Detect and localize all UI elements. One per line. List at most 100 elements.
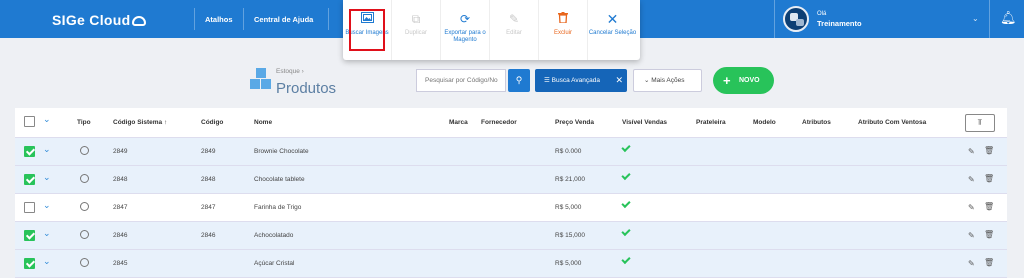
bell-icon[interactable]: 🔔︎ [1000,10,1017,26]
cell-codigo: 2847 [201,204,216,211]
chevron-down-icon[interactable]: ⌄ [43,256,51,267]
buscar-imagens-button[interactable]: Buscar Imagens [343,0,392,60]
pencil-icon[interactable]: ✎ [968,147,975,156]
type-radio[interactable] [80,230,89,239]
pencil-icon[interactable]: ✎ [968,203,975,212]
trash-icon[interactable]: 🗑︎ [984,258,994,267]
page-title: Produtos [276,80,337,97]
table-row[interactable]: ⌄ 2848 2848 Chocolate tablete R$ 21,000 … [15,166,1007,194]
search-input[interactable] [416,69,506,92]
nav-atalhos[interactable]: Atalhos [205,15,233,24]
row-checkbox[interactable] [24,258,35,269]
trash-icon [539,12,587,26]
row-checkbox[interactable] [24,146,35,157]
cell-nome: Brownie Chocolate [254,148,309,155]
exportar-magento-button[interactable]: ⟳ Exportar para o Magento [441,0,490,60]
cell-nome: Chocolate tablete [254,176,305,183]
column-fornecedor[interactable]: Fornecedor [481,119,517,126]
cell-nome: Açúcar Cristal [254,260,295,267]
cell-codigo-sistema: 2847 [113,204,128,211]
column-modelo[interactable]: Modelo [753,119,776,126]
nav-divider [243,8,244,30]
column-codigo[interactable]: Código [201,119,223,126]
table-row[interactable]: ⌄ 2849 2849 Brownie Chocolate R$ 0.000 ✎… [15,138,1007,166]
cell-preco: R$ 5,000 [555,260,582,267]
column-preco-venda[interactable]: Preço Venda [555,119,594,126]
type-radio[interactable] [80,174,89,183]
column-visivel-vendas[interactable]: Visível Vendas [622,119,667,126]
table-row[interactable]: ⌄ 2847 2847 Farinha de Trigo R$ 5,000 ✎ … [15,194,1007,222]
chevron-down-icon[interactable]: ⌄ [972,14,979,23]
table-row[interactable]: ⌄ 2845 Açúcar Cristal R$ 5,000 ✎ 🗑︎ [15,250,1007,278]
columns-settings-button[interactable]: ⫪ [965,114,995,132]
type-radio[interactable] [80,258,89,267]
new-button[interactable]: + NOVO [713,67,774,94]
breadcrumb-estoque[interactable]: Estoque [276,68,300,75]
user-name: Treinamento [817,19,862,28]
breadcrumb[interactable]: Estoque › [276,68,304,75]
duplicar-label: Duplicar [404,30,427,36]
sync-icon: ⟳ [459,12,471,26]
column-marca[interactable]: Marca [449,119,468,126]
more-actions-button[interactable]: ⌄ Mais Ações [633,69,702,92]
new-button-label: NOVO [739,77,760,84]
cancelar-selecao-label: Cancelar Seleção [588,30,637,36]
check-icon [621,198,631,209]
chevron-down-icon[interactable]: ⌄ [43,228,51,239]
nav-divider [194,8,195,30]
select-all-checkbox[interactable] [24,116,35,127]
cloud-icon [132,16,147,26]
trash-icon[interactable]: 🗑︎ [984,230,994,239]
nav-divider [328,8,329,30]
column-tipo[interactable]: Tipo [77,119,91,126]
check-icon [621,142,631,153]
chevron-down-icon[interactable]: ⌄ [43,200,51,211]
row-checkbox[interactable] [24,202,35,213]
duplicar-button[interactable]: ⧉ Duplicar [392,0,441,60]
trash-icon[interactable]: 🗑︎ [984,174,994,183]
editar-button[interactable]: ✎ Editar [490,0,539,60]
column-prateleira[interactable]: Prateleira [696,119,726,126]
sige-cloud-logo[interactable]: SIGe Cloud [52,12,147,28]
row-checkbox[interactable] [24,230,35,241]
check-icon [621,254,631,265]
products-table: ⌄ Tipo Código Sistema ↑ Código Nome Marc… [15,108,1007,278]
plus-icon: + [723,73,731,88]
stock-icon [250,68,272,90]
stock-icon-box [261,79,271,89]
row-checkbox[interactable] [24,174,35,185]
exportar-magento-label: Exportar para o Magento [444,30,486,43]
pencil-icon[interactable]: ✎ [968,259,975,268]
column-atributo-ventosa[interactable]: Atributo Com Ventosa [858,119,926,126]
type-radio[interactable] [80,202,89,211]
column-atributos[interactable]: Atributos [802,119,831,126]
chevron-down-icon[interactable]: ⌄ [43,172,51,183]
cancelar-selecao-button[interactable]: ✕ Cancelar Seleção [588,0,637,60]
cell-preco: R$ 0.000 [555,148,582,155]
type-radio[interactable] [80,146,89,155]
pencil-icon[interactable]: ✎ [968,231,975,240]
column-codigo-sistema[interactable]: Código Sistema ↑ [113,119,167,126]
chevron-down-icon[interactable]: ⌄ [43,114,51,125]
trash-icon[interactable]: 🗑︎ [984,202,994,211]
column-nome[interactable]: Nome [254,119,272,126]
check-icon [621,170,631,181]
cell-preco: R$ 15,000 [555,232,585,239]
cell-codigo: 2848 [201,176,216,183]
table-row[interactable]: ⌄ 2846 2846 Achocolatado R$ 15,000 ✎ 🗑︎ [15,222,1007,250]
chevron-down-icon[interactable]: ⌄ [43,144,51,155]
pencil-icon[interactable]: ✎ [968,175,975,184]
filter-icon: ☰ [544,77,550,84]
advanced-search-label: Busca Avançada [551,77,600,84]
excluir-button[interactable]: Excluir [539,0,588,60]
nav-central-ajuda[interactable]: Central de Ajuda [254,15,313,24]
user-menu[interactable]: Olá Treinamento ⌄ [774,0,990,38]
column-codigo-sistema-label: Código Sistema [113,119,163,126]
clear-filter-icon[interactable]: ✕ [615,69,623,92]
advanced-search-button[interactable]: ☰ Busca Avançada ✕ [535,69,627,92]
logo-text: SIGe Cloud [52,12,131,28]
avatar [783,6,809,32]
trash-icon[interactable]: 🗑︎ [984,146,994,155]
search-button[interactable]: ⚲ [508,69,530,92]
columns-icon: ⫪ [977,118,983,127]
